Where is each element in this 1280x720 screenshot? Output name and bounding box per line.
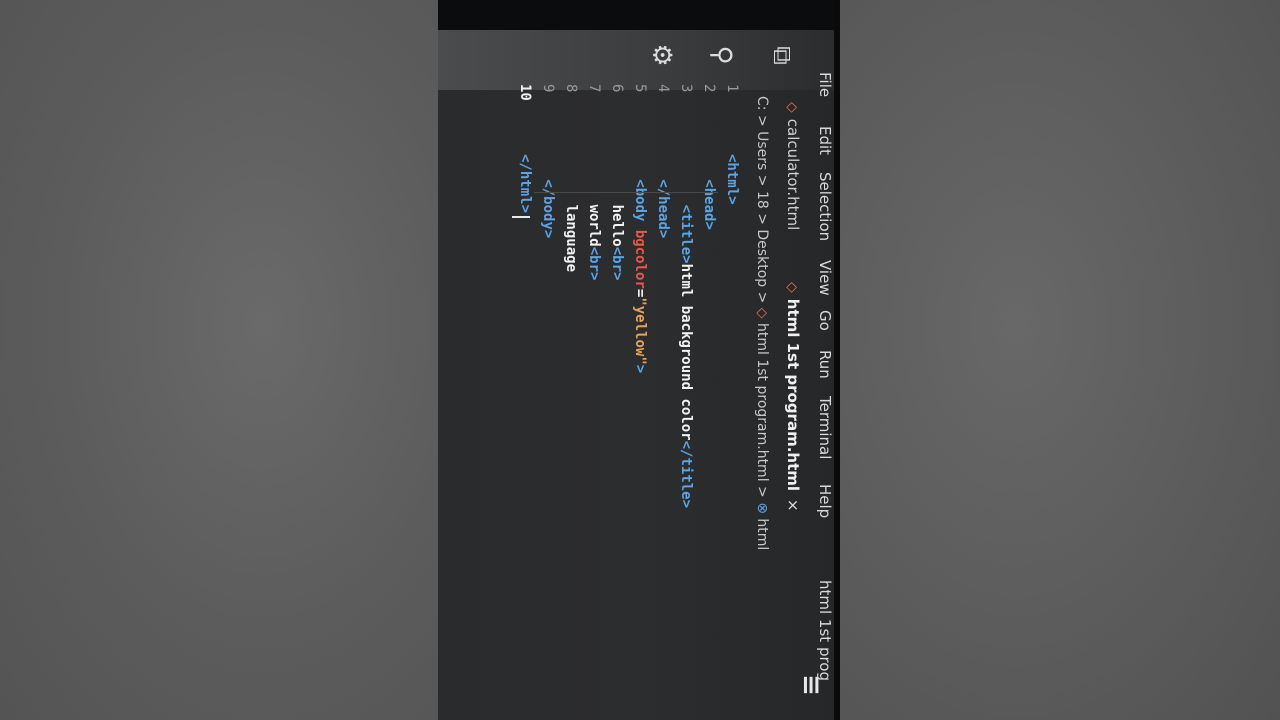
code-line: 3 <title>html background color</title>	[678, 84, 694, 509]
close-icon[interactable]: ×	[784, 499, 802, 512]
blurred-background-left	[0, 0, 438, 720]
run-debug-icon[interactable]: ⚙	[647, 43, 677, 66]
menu-help[interactable]: Help	[816, 484, 834, 518]
code-line: 10</html>	[517, 84, 533, 214]
menu-view[interactable]: View	[816, 260, 834, 296]
tab-html-1st-program[interactable]: ◇html 1st program.html×	[784, 282, 802, 512]
code-line: 6 hello<br>	[609, 84, 625, 281]
html-file-icon: ◇	[784, 102, 800, 113]
html-file-icon: ◇	[754, 307, 770, 323]
window-title: html 1st prog	[816, 580, 834, 682]
menu-run[interactable]: Run	[816, 350, 834, 379]
menu-edit[interactable]: Edit	[816, 126, 834, 155]
split-editor-icon[interactable]: ⧉	[766, 46, 797, 65]
code-line: 9 </body>	[540, 84, 556, 239]
code-line: 8 language	[563, 84, 579, 273]
menu-file[interactable]: File	[816, 72, 834, 97]
code-line: 2 <head>	[701, 84, 717, 230]
blurred-background-right	[840, 0, 1280, 720]
html-file-icon: ◇	[784, 282, 800, 293]
search-icon[interactable]: ⚲	[707, 45, 737, 64]
code-line: 5 <body bgcolor="yellow">	[632, 84, 648, 374]
code-line: 7 world<br>	[586, 84, 602, 281]
indent-guide	[534, 192, 718, 193]
code-line: 4 </head>	[655, 84, 671, 239]
breadcrumb: C: > Users > 18 > Desktop > ◇ html 1st p…	[754, 96, 770, 551]
text-cursor	[512, 216, 530, 218]
menu-selection[interactable]: Selection	[816, 172, 834, 241]
menu-terminal[interactable]: Terminal	[816, 396, 834, 459]
editor-content: File Edit Selection View Go Run Terminal…	[478, 72, 838, 720]
menu-go[interactable]: Go	[816, 310, 834, 331]
code-line: 1<html>	[724, 84, 740, 205]
tab-calculator[interactable]: ◇calculator.html	[784, 102, 802, 230]
editor-screen: ⚙ ⚲ ⧉ ≡ File Edit Selection View Go Run …	[438, 0, 840, 720]
symbol-icon: ⊗	[754, 502, 770, 519]
